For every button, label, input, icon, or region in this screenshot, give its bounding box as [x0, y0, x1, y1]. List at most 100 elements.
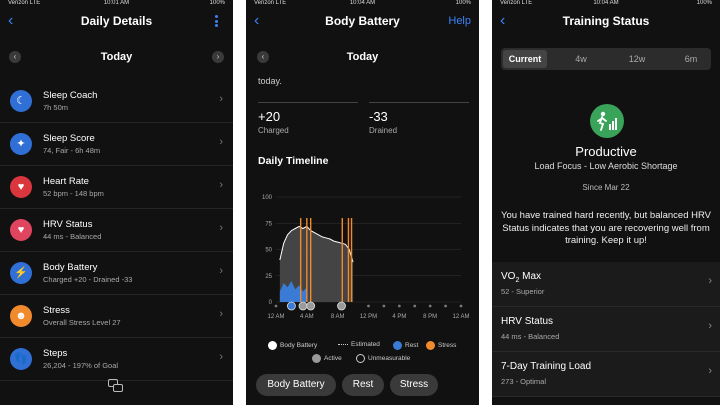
body-battery-dot-icon — [268, 341, 277, 350]
list-item[interactable]: VO2 Max 52 - Superior › — [492, 262, 720, 307]
daily-details-screen: Verizon LTE 10:01 AM 100% ‹ Daily Detail… — [0, 0, 233, 405]
timeline-title: Daily Timeline — [258, 155, 329, 167]
list-item[interactable]: ☾ Sleep Coach 7h 50m › — [0, 80, 233, 123]
timeline-dot — [444, 304, 447, 308]
more-menu-icon[interactable] — [215, 15, 219, 27]
list-item-title: Steps — [43, 348, 68, 359]
y-tick-label: 100 — [262, 195, 273, 201]
list-item-title: Sleep Coach — [43, 90, 98, 101]
status-message: You have trained hard recently, but bala… — [500, 210, 712, 246]
list-item-subtitle: 74, Fair - 6h 48m — [43, 146, 101, 155]
timeline-dot — [397, 304, 401, 308]
list-item[interactable]: HRV Status 44 ms - Balanced › — [492, 307, 720, 352]
list-item-title: HRV Status — [43, 219, 93, 230]
legend-label: Estimated — [351, 341, 380, 348]
list-item[interactable]: ⚡ Body Battery Charged +20 - Drained -33 › — [0, 252, 233, 295]
page-title: Daily Details — [80, 14, 153, 28]
legend-estimated: Estimated — [338, 341, 380, 348]
timeline-dot — [428, 304, 432, 308]
daily-details-list: ☾ Sleep Coach 7h 50m › ✦ Sleep Score 74, Fair … — [0, 80, 233, 381]
charged-label: Charged — [258, 126, 289, 135]
list-item[interactable]: ✦ Sleep Score 74, Fair - 6h 48m › — [0, 123, 233, 166]
legend-label: Unmeasurable — [368, 355, 411, 362]
charged-value: +20 — [258, 109, 281, 124]
date-label: Today — [346, 51, 379, 63]
navigation-bar: ‹ Training Status — [492, 10, 720, 32]
page-title: Training Status — [562, 14, 650, 28]
stress-pill[interactable]: Stress — [390, 374, 438, 396]
list-item[interactable]: ☻ Stress Overall Stress Level 27 › — [0, 295, 233, 338]
clock-label: 10:01 AM — [103, 0, 130, 6]
sleep-score-icon: ✦ — [10, 133, 32, 155]
navigation-bar: ‹ Body Battery Help — [246, 10, 479, 32]
x-tick-label: 12 PM — [360, 314, 377, 320]
tab-current[interactable]: Current — [503, 50, 547, 68]
x-tick-label: 8 PM — [423, 314, 437, 320]
status-bar: Verizon LTE 10:04 AM 100% — [492, 0, 720, 8]
body-battery-screen: Verizon LTE 10:04 AM 100% ‹ Body Battery… — [246, 0, 479, 405]
list-item-subtitle: 7h 50m — [43, 103, 69, 112]
bottom-toolbar — [0, 379, 233, 397]
chevron-right-icon: › — [219, 222, 223, 234]
chevron-right-icon: › — [219, 351, 223, 363]
chevron-right-icon: › — [219, 93, 223, 105]
body-battery-pill[interactable]: Body Battery — [256, 374, 336, 396]
x-tick-label: 4 PM — [392, 314, 406, 320]
x-tick-label: 12 AM — [452, 314, 469, 320]
battery-label: 100% — [696, 0, 712, 6]
heart-icon: ♥ — [10, 176, 32, 198]
clock-label: 10:04 AM — [593, 0, 619, 6]
legend-unmeasurable: Unmeasurable — [356, 354, 410, 363]
list-item[interactable]: ♥ Heart Rate 52 bpm - 148 bpm › — [0, 166, 233, 209]
y-tick-label: 25 — [265, 274, 272, 280]
stress-dot-icon — [426, 341, 435, 350]
activity-marker-icon — [306, 301, 316, 311]
period-segmented-control: Current 4w 12w 6m — [501, 48, 711, 70]
rest-dot-icon — [393, 341, 402, 350]
list-item-subtitle: 52 bpm - 148 bpm — [43, 189, 104, 198]
list-item-subtitle: 52 - Superior — [501, 287, 545, 296]
chart-legend: Body Battery Estimated Rest Stress Activ… — [246, 341, 479, 365]
next-day-icon[interactable]: › — [212, 51, 224, 63]
productive-runner-icon — [590, 104, 624, 138]
list-item-title: Sleep Score — [43, 133, 95, 144]
clock-label: 10:04 AM — [349, 0, 376, 6]
status-bar: Verizon LTE 10:04 AM 100% — [246, 0, 479, 8]
training-status-screen: Verizon LTE 10:04 AM 100% ‹ Training Sta… — [492, 0, 720, 405]
chevron-right-icon: › — [219, 179, 223, 191]
tab-12w[interactable]: 12w — [617, 50, 657, 68]
legend-label: Body Battery — [280, 342, 318, 349]
list-item-title: Body Battery — [43, 262, 98, 273]
rest-pill[interactable]: Rest — [342, 374, 384, 396]
list-item-subtitle: 26,204 - 197% of Goal — [43, 361, 119, 370]
navigation-bar: ‹ Daily Details — [0, 10, 233, 32]
list-item[interactable]: ♥ HRV Status 44 ms - Balanced › — [0, 209, 233, 252]
body-battery-timeline-chart: 0 25 50 75 100 12 AM 4 AM 8 AM 12 PM 4 PM 8 PM 12 A… — [262, 195, 470, 320]
list-item[interactable]: 👣 Steps 26,204 - 197% of Goal › — [0, 338, 233, 381]
status-bar: Verizon LTE 10:01 AM 100% — [0, 0, 233, 8]
legend-body-battery: Body Battery — [268, 341, 317, 350]
list-item-subtitle: Overall Stress Level 27 — [43, 318, 121, 327]
list-item[interactable]: 7-Day Training Load 273 - Optimal › — [492, 352, 720, 397]
steps-icon: 👣 — [10, 348, 32, 370]
activity-marker-icon — [298, 301, 308, 311]
tab-4w[interactable]: 4w — [561, 50, 601, 68]
legend-label: Rest — [405, 342, 419, 349]
tab-6m[interactable]: 6m — [671, 50, 711, 68]
clipped-description: today. — [258, 76, 282, 86]
list-item-subtitle: 273 - Optimal — [501, 377, 547, 386]
timeline-dot — [274, 304, 278, 308]
list-item-subtitle: 44 ms - Balanced — [43, 232, 102, 241]
hrv-icon: ♥ — [10, 219, 32, 241]
training-status-title: Productive — [575, 144, 637, 159]
since-date: Since Mar 22 — [582, 183, 630, 192]
page-title: Body Battery — [325, 14, 400, 28]
dotted-line-icon — [338, 344, 348, 345]
y-tick-label: 50 — [265, 248, 272, 254]
date-selector: ‹ Today — [246, 47, 479, 67]
list-item-title: Stress — [43, 305, 70, 316]
cards-icon[interactable] — [108, 379, 124, 393]
help-link[interactable]: Help — [448, 10, 471, 32]
stress-icon: ☻ — [10, 305, 32, 327]
unmeasurable-dot-icon — [356, 354, 365, 363]
